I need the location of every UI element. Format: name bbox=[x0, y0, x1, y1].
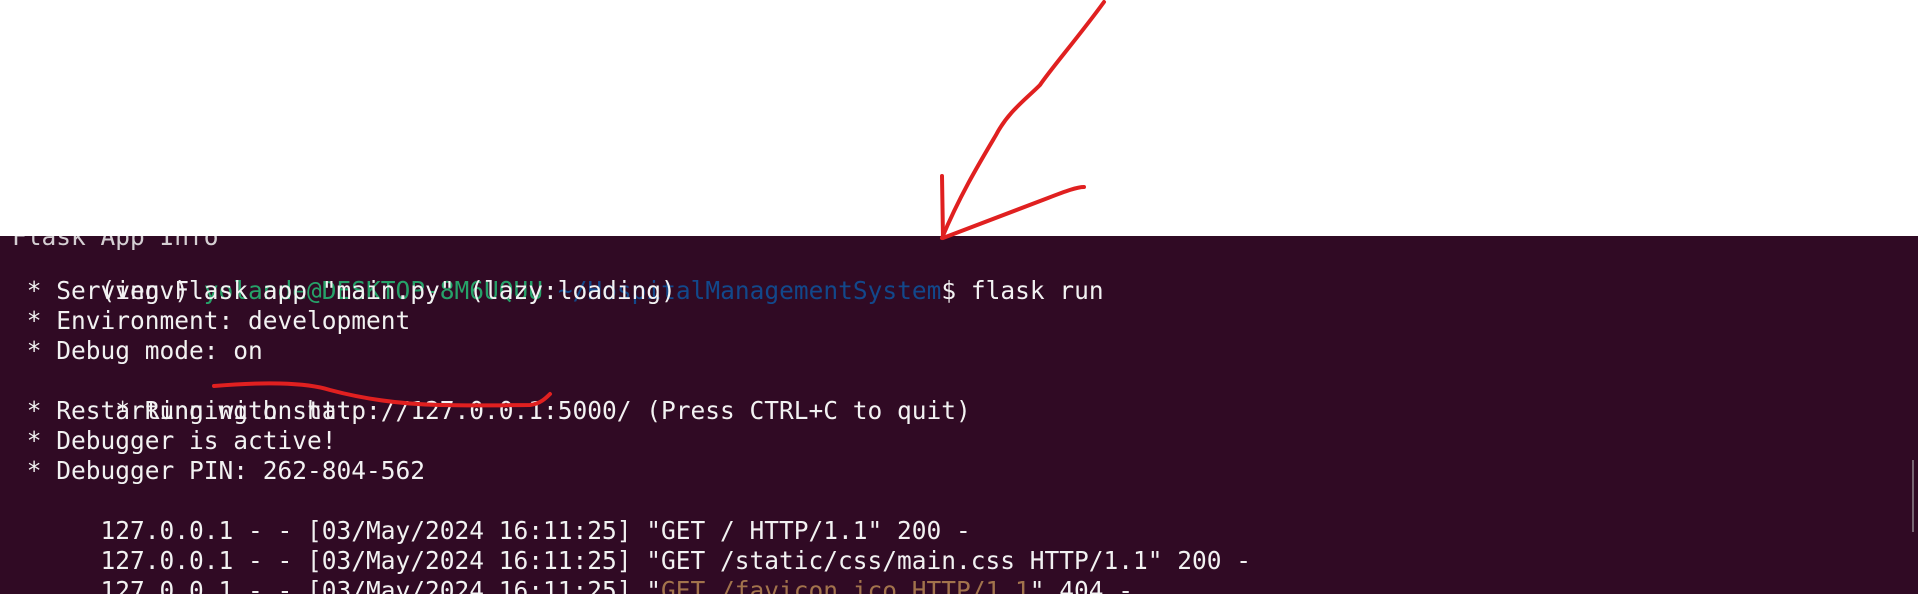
output-restarting: * Restarting with stat bbox=[12, 396, 352, 425]
output-debugger-active: * Debugger is active! bbox=[12, 426, 337, 455]
red-arrow-head-annotation bbox=[940, 174, 1086, 240]
log-line: 127.0.0.1 - - [03/May/2024 16:11:25] "GE… bbox=[12, 546, 1134, 594]
output-running-line: * Running on http://127.0.0.1:5000/ (Pre… bbox=[12, 366, 971, 425]
prompt-command: flask run bbox=[970, 276, 1104, 305]
output-debug-mode: * Debug mode: on bbox=[12, 336, 263, 365]
screenshot-canvas: Flask App Info (venv) yolande@DESKTOP-8M… bbox=[0, 0, 1918, 594]
output-serving: * Serving Flask app "main.py" (lazy load… bbox=[12, 276, 676, 305]
terminal-prompt-line: (venv) yolande@DESKTOP-8M6UQUU:~/Hospita… bbox=[12, 246, 1104, 305]
red-arrow-annotation bbox=[940, 0, 1106, 240]
log-request-not-found: GET /favicon.ico HTTP/1.1 bbox=[661, 576, 1030, 594]
output-environment: * Environment: development bbox=[12, 306, 411, 335]
log-line: 127.0.0.1 - - [03/May/2024 16:11:25] "GE… bbox=[12, 516, 1252, 575]
output-debugger-pin: * Debugger PIN: 262-804-562 bbox=[12, 456, 426, 485]
log-prefix: 127.0.0.1 - - [03/May/2024 16:11:25] " bbox=[100, 576, 662, 594]
log-line: 127.0.0.1 - - [03/May/2024 16:11:25] "GE… bbox=[12, 486, 971, 545]
log-status: " 404 - bbox=[1029, 576, 1134, 594]
log-status: " 200 - bbox=[1147, 546, 1252, 575]
prompt-dollar: $ bbox=[941, 276, 971, 305]
running-url-link[interactable]: http://127.0.0.1:5000/ bbox=[307, 396, 632, 425]
terminal-window[interactable]: Flask App Info (venv) yolande@DESKTOP-8M… bbox=[0, 236, 1918, 594]
terminal-scrollbar[interactable] bbox=[1912, 460, 1914, 532]
running-suffix: (Press CTRL+C to quit) bbox=[631, 396, 971, 425]
